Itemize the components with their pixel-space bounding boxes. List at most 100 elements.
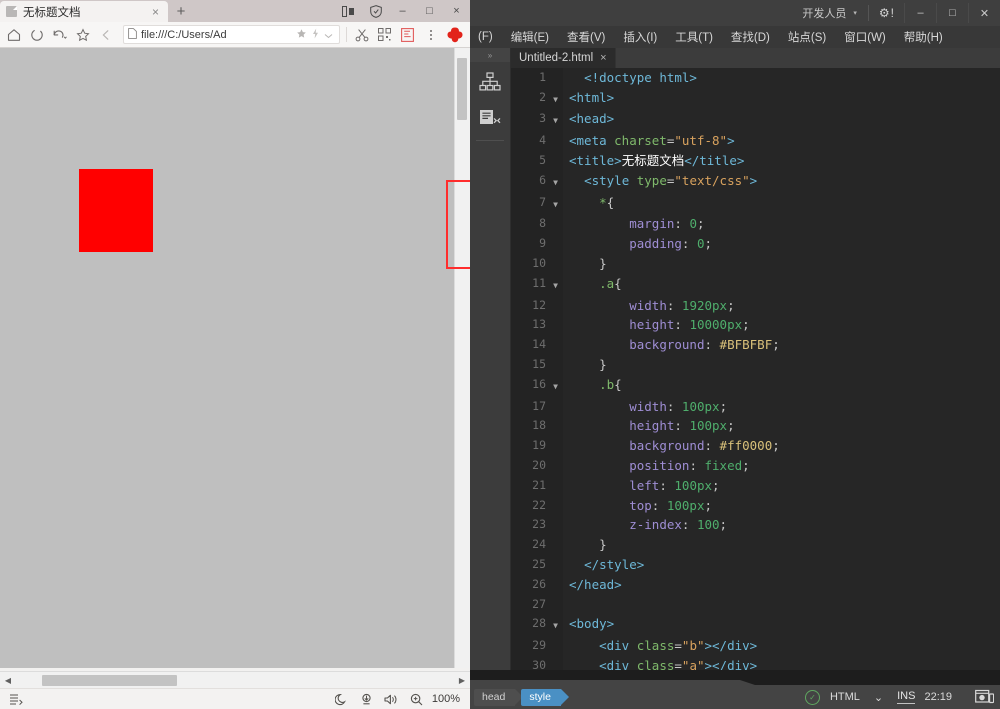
close-icon[interactable]: × [600, 52, 606, 64]
insert-mode-label[interactable]: INS [897, 690, 916, 704]
maximize-button[interactable]: □ [416, 0, 443, 22]
code-fold-toggle[interactable]: ▼ [548, 614, 563, 637]
menu-item-6[interactable]: 站点(S) [779, 29, 835, 45]
speaker-icon[interactable] [381, 690, 403, 709]
settings-button[interactable]: ⚙ ! [875, 6, 904, 20]
line-number: 22 [511, 495, 548, 516]
scroll-right-arrow-icon[interactable]: ▶ [454, 673, 470, 688]
code-line: 10 } [511, 254, 1000, 274]
document-tab[interactable]: Untitled-2.html × [511, 48, 616, 68]
code-fold-toggle [548, 554, 563, 575]
qr-code-icon[interactable] [373, 23, 396, 46]
close-icon[interactable]: × [149, 6, 162, 18]
checkmark-circle-icon[interactable]: ✓ [804, 689, 820, 705]
red-square-element [79, 169, 153, 252]
document-tab-title: Untitled-2.html [519, 51, 594, 64]
line-number: 9 [511, 234, 548, 255]
code-editor[interactable]: 1 <!doctype html> 2 ▼ <html> 3 ▼ <head> 4 <meta … [511, 67, 1000, 670]
menu-item-8[interactable]: 帮助(H) [895, 29, 952, 45]
page-vertical-scroll-thumb[interactable] [457, 58, 467, 120]
menu-item-2[interactable]: 查看(V) [558, 29, 614, 45]
chevron-down-icon[interactable] [324, 26, 333, 44]
menu-item-7[interactable]: 窗口(W) [835, 29, 895, 45]
document-icon [128, 26, 137, 44]
new-tab-button[interactable]: + [168, 1, 194, 22]
code-fold-toggle[interactable]: ▼ [548, 109, 563, 132]
split-screen-icon[interactable] [335, 0, 362, 22]
code-fold-toggle[interactable]: ▼ [548, 87, 563, 110]
code-line: 14 background: #BFBFBF; [511, 335, 1000, 356]
code-content: } [599, 256, 607, 272]
moon-icon[interactable] [331, 690, 353, 709]
rail-expand-handle[interactable]: » [470, 48, 510, 62]
code-fold-toggle[interactable]: ▼ [548, 170, 563, 193]
code-fold-toggle [548, 655, 563, 670]
more-vertical-icon[interactable] [419, 23, 442, 46]
code-line: 30 <div class="a"></div> [511, 655, 1000, 670]
page-horizontal-scrollbar[interactable]: ◀ ▶ [0, 671, 470, 688]
scissors-icon[interactable] [350, 23, 373, 46]
zoom-in-icon[interactable] [406, 690, 428, 709]
page-vertical-scrollbar[interactable] [454, 48, 470, 668]
menu-item-0[interactable]: (F) [476, 31, 502, 43]
code-content: <meta charset="utf-8"> [569, 133, 735, 149]
doctype-selector[interactable]: HTML ⌄ [830, 691, 883, 704]
menu-item-1[interactable]: 编辑(E) [502, 29, 558, 45]
workspace-switcher[interactable]: 开发人员 ▾ [802, 5, 862, 21]
menu-item-3[interactable]: 插入(I) [614, 29, 666, 45]
minimize-button[interactable]: – [904, 3, 936, 23]
code-fold-toggle[interactable]: ▼ [548, 273, 563, 296]
code-fold-toggle [548, 234, 563, 255]
code-line: 18 height: 100px; [511, 416, 1000, 437]
chevron-down-icon: ▾ [853, 10, 857, 17]
scroll-left-arrow-icon[interactable]: ◀ [0, 673, 16, 688]
line-number: 24 [511, 535, 548, 555]
code-line: 16 ▼ .b{ [511, 374, 1000, 397]
code-content: </style> [584, 556, 645, 572]
chevron-left-icon[interactable] [94, 23, 117, 46]
line-number: 12 [511, 295, 548, 316]
close-button[interactable]: ✕ [968, 3, 1000, 23]
star-filled-icon[interactable] [296, 26, 307, 44]
code-fold-toggle [548, 456, 563, 476]
document-code-icon[interactable] [474, 102, 506, 134]
reading-list-icon[interactable] [5, 690, 27, 709]
shield-icon[interactable] [362, 0, 389, 22]
code-content: .a{ [599, 275, 622, 291]
code-fold-toggle[interactable]: ▼ [548, 374, 563, 397]
code-line: 2 ▼ <html> [511, 87, 1000, 110]
code-fold-toggle[interactable]: ▼ [548, 192, 563, 215]
code-line: 12 width: 1920px; [511, 295, 1000, 316]
preview-in-browser-icon[interactable] [972, 687, 996, 707]
code-fold-toggle [548, 355, 563, 375]
lightning-icon[interactable] [312, 26, 319, 44]
download-icon[interactable] [356, 690, 378, 709]
history-back-icon[interactable] [48, 23, 71, 46]
code-fold-toggle [548, 594, 563, 615]
breadcrumb-style[interactable]: style [521, 688, 569, 706]
code-fold-toggle [548, 436, 563, 456]
address-bar[interactable]: file:///C:/Users/Ad [123, 25, 340, 44]
close-button[interactable]: × [443, 0, 470, 22]
maximize-button[interactable]: □ [936, 3, 968, 23]
zoom-level-label[interactable]: 100% [431, 693, 465, 705]
menu-item-4[interactable]: 工具(T) [666, 29, 722, 45]
browser-tab[interactable]: 无标题文档 × [0, 1, 168, 22]
minimize-button[interactable]: – [389, 0, 416, 22]
breadcrumb-head[interactable]: head [474, 688, 524, 706]
gear-icon: ⚙ [878, 6, 890, 20]
code-line: 8 margin: 0; [511, 214, 1000, 235]
sitemap-icon[interactable] [474, 66, 506, 98]
horizontal-scroll-thumb[interactable] [42, 674, 177, 686]
code-content: top: 100px; [629, 497, 713, 513]
code-content: background: #BFBFBF; [629, 337, 780, 353]
horizontal-scroll-track[interactable] [16, 673, 454, 688]
code-content: <title>无标题文档</title> [569, 153, 745, 169]
chevron-down-icon: ⌄ [873, 691, 884, 704]
adobe-logo-icon[interactable] [442, 23, 468, 47]
screen-capture-icon[interactable] [396, 23, 419, 46]
home-icon[interactable] [2, 23, 25, 46]
star-outline-icon[interactable] [71, 23, 94, 46]
reload-icon[interactable] [25, 23, 48, 46]
menu-item-5[interactable]: 查找(D) [722, 29, 779, 45]
